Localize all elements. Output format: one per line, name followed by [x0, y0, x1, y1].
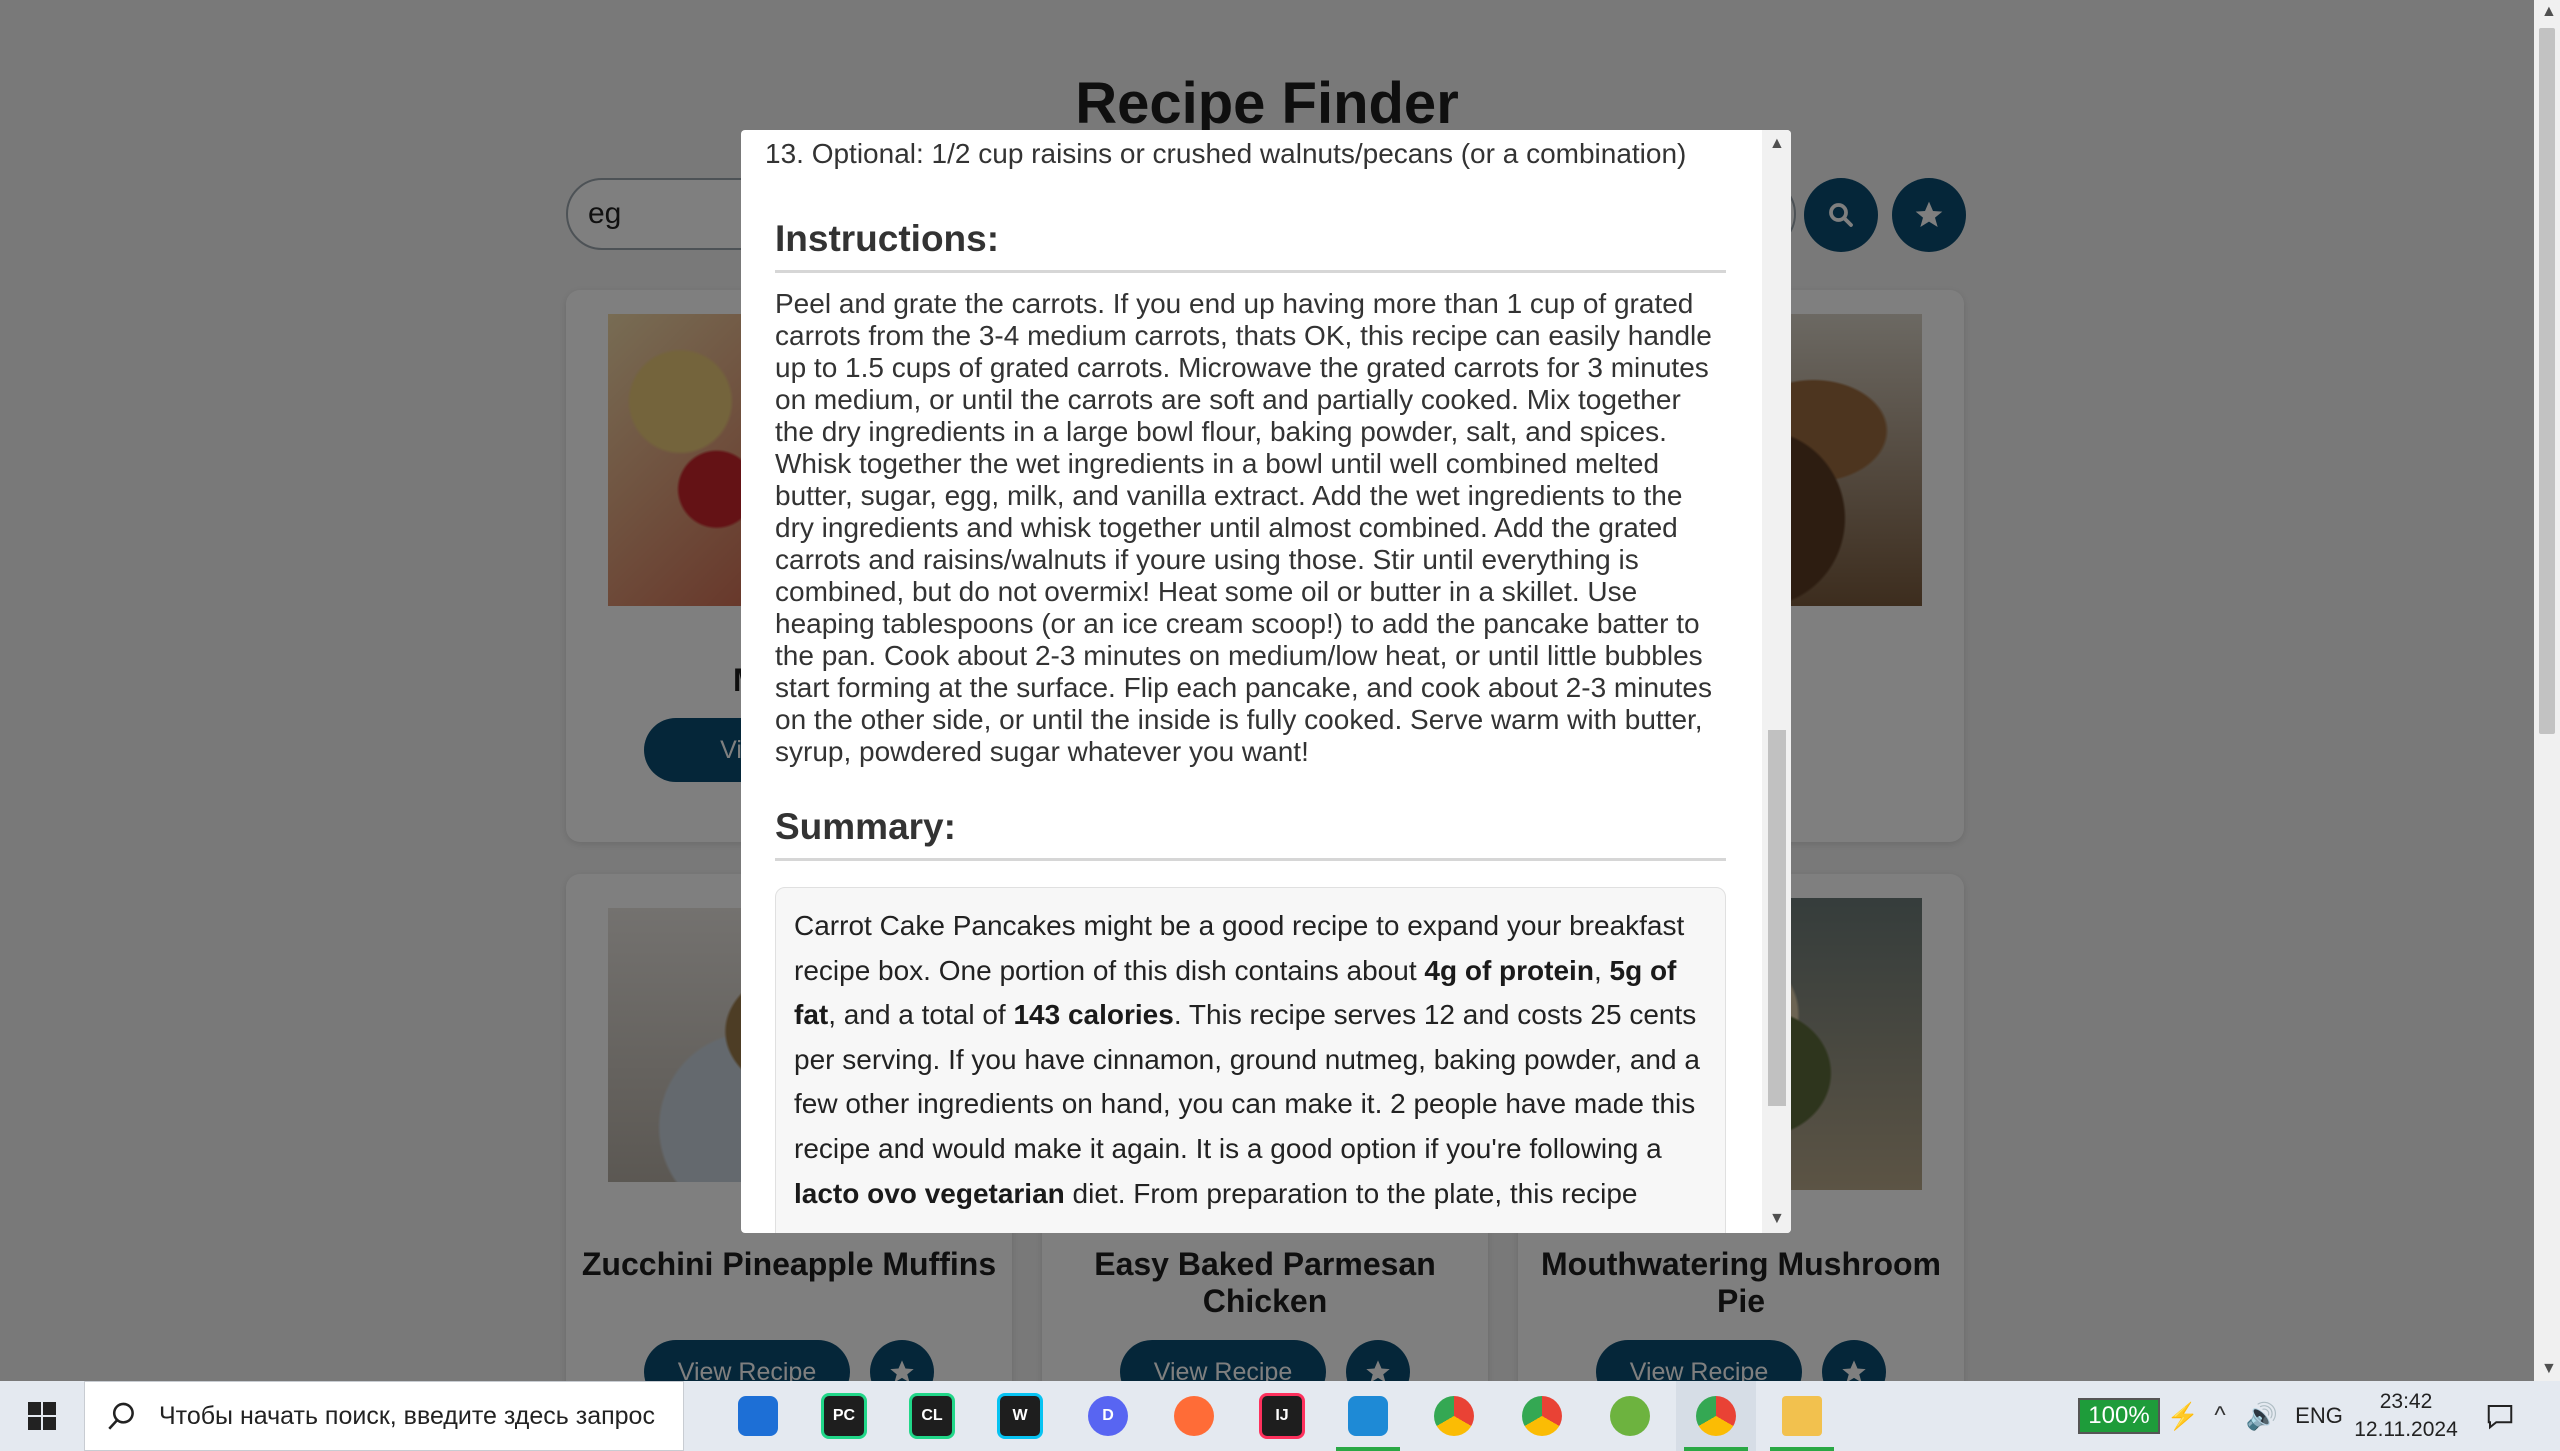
volume-icon[interactable]: 🔊: [2240, 1381, 2284, 1451]
chrome-icon[interactable]: [1502, 1381, 1582, 1451]
app-tile: [1174, 1396, 1214, 1436]
app-tile: [1696, 1396, 1736, 1436]
chevron-up-icon[interactable]: ^: [2200, 1381, 2240, 1451]
file-explorer-icon[interactable]: [1762, 1381, 1842, 1451]
vscode-icon[interactable]: [1328, 1381, 1408, 1451]
summary-box: Carrot Cake Pancakes might be a good rec…: [775, 887, 1726, 1233]
postman-icon[interactable]: [1154, 1381, 1234, 1451]
pycharm-icon[interactable]: PC: [804, 1381, 884, 1451]
battery-indicator[interactable]: 100%: [2076, 1381, 2162, 1451]
message-icon: [2487, 1405, 2513, 1430]
clock-date: 12.11.2024: [2354, 1418, 2458, 1441]
modal-scroll-thumb[interactable]: [1768, 730, 1786, 1106]
summary-text: , and a total of: [828, 999, 1014, 1031]
summary-text: diet. From preparation to the plate, thi…: [1064, 1177, 1638, 1209]
app-tile: PC: [821, 1393, 867, 1439]
page-scroll-thumb[interactable]: [2539, 28, 2555, 734]
app-tile: IJ: [1259, 1393, 1305, 1439]
active-indicator: [1770, 1447, 1834, 1451]
search-icon: [108, 1402, 134, 1430]
modal-scrollbar[interactable]: ▲ ▼: [1762, 130, 1791, 1233]
clock[interactable]: 23:42 12.11.2024: [2354, 1381, 2458, 1451]
start-button[interactable]: [0, 1381, 84, 1451]
scroll-up-arrow-icon[interactable]: ▲: [2541, 4, 2557, 20]
instructions-text: Peel and grate the carrots. If you end u…: [775, 288, 1712, 767]
app-tile: CL: [909, 1393, 955, 1439]
battery-percent: 100%: [2078, 1398, 2160, 1434]
taskbar-search-placeholder: Чтобы начать поиск, введите здесь запрос: [159, 1401, 655, 1430]
app-tile: [1782, 1396, 1822, 1436]
scroll-down-arrow-icon[interactable]: ▼: [2541, 1361, 2557, 1377]
app-tile: [1434, 1396, 1474, 1436]
app-tile: W: [997, 1393, 1043, 1439]
summary-protein: 4g of protein: [1424, 954, 1594, 986]
language-indicator[interactable]: ENG: [2284, 1381, 2354, 1451]
webstorm-icon[interactable]: W: [980, 1381, 1060, 1451]
instructions-heading: Instructions:: [775, 218, 1726, 273]
notifications-icon[interactable]: [2468, 1381, 2532, 1451]
battery-icon: ⚡: [2166, 1400, 2200, 1431]
taskbar-search-box[interactable]: Чтобы начать поиск, введите здесь запрос: [84, 1381, 684, 1451]
chrome-icon[interactable]: [1414, 1381, 1494, 1451]
recipe-modal: 13. Optional: 1/2 cup raisins or crushed…: [741, 130, 1791, 1233]
taskbar: Чтобы начать поиск, введите здесь запрос…: [0, 1381, 2560, 1451]
discord-icon[interactable]: D: [1068, 1381, 1148, 1451]
summary-heading: Summary:: [775, 806, 1726, 861]
page-scrollbar[interactable]: ▲ ▼: [2534, 0, 2560, 1381]
active-indicator: [1336, 1447, 1400, 1451]
app-tile: [1348, 1396, 1388, 1436]
clion-icon[interactable]: CL: [892, 1381, 972, 1451]
ingredient-item: 13. Optional: 1/2 cup raisins or crushed…: [765, 138, 1687, 169]
scroll-up-arrow-icon[interactable]: ▲: [1769, 136, 1785, 152]
spring-icon[interactable]: [1590, 1381, 1670, 1451]
microsoft-store-icon[interactable]: [718, 1381, 798, 1451]
summary-diet: lacto ovo vegetarian: [794, 1177, 1065, 1209]
modal-content: 13. Optional: 1/2 cup raisins or crushed…: [741, 130, 1762, 1233]
scroll-down-arrow-icon[interactable]: ▼: [1769, 1211, 1785, 1227]
summary-calories: 143 calories: [1013, 999, 1174, 1031]
app-tile: [738, 1396, 778, 1436]
app-tile: [1522, 1396, 1562, 1436]
intellij-icon[interactable]: IJ: [1242, 1381, 1322, 1451]
clock-time: 23:42: [2379, 1390, 2433, 1413]
app-tile: D: [1088, 1396, 1128, 1436]
summary-text: ,: [1593, 954, 1610, 986]
active-indicator: [1684, 1447, 1748, 1451]
chrome-profile-icon[interactable]: [1676, 1381, 1756, 1451]
app-tile: [1610, 1396, 1650, 1436]
windows-icon: [28, 1402, 56, 1430]
